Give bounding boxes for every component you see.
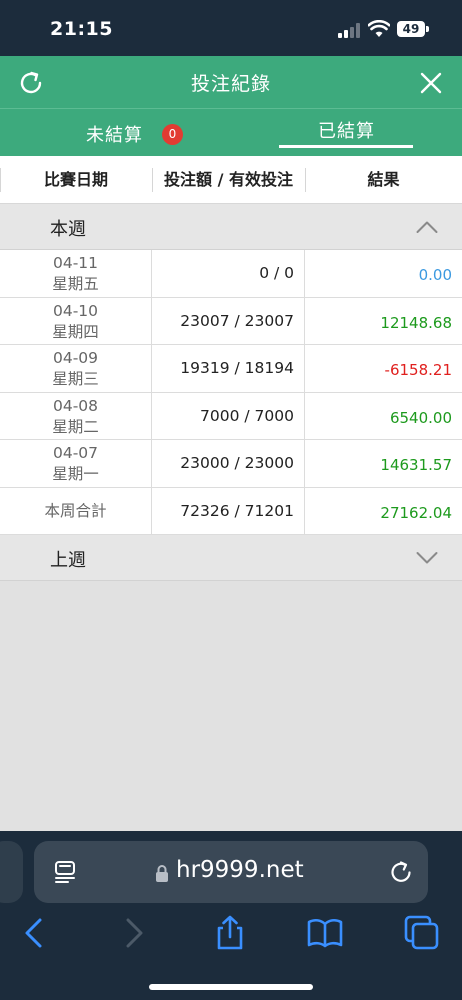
forward-icon[interactable] (116, 915, 152, 951)
unsettled-count-badge: 0 (162, 124, 183, 145)
last-week-section-header[interactable]: 上週 (0, 535, 462, 581)
last-week-label: 上週 (50, 550, 86, 571)
column-header-stake: 投注額 / 有效投注 (164, 170, 293, 189)
table-row: 04-08 星期二 7000 / 7000 6540.00 (0, 392, 462, 440)
row-date-cell: 04-11 星期五 (0, 250, 152, 297)
total-stake: 72326 / 71201 (152, 487, 305, 534)
table-row: 04-09 星期三 19319 / 18194 -6158.21 (0, 345, 462, 393)
total-label: 本周合計 (0, 487, 152, 534)
battery-tip (426, 26, 429, 32)
total-result: 27162.04 (380, 503, 452, 522)
row-date: 04-09 (52, 349, 99, 367)
row-date: 04-11 (52, 254, 99, 272)
row-stake: 23000 / 23000 (152, 440, 305, 487)
cellular-signal-icon (338, 22, 360, 38)
lock-icon (156, 865, 168, 882)
address-bar[interactable]: hr9999.net (34, 841, 428, 903)
table-row: 04-11 星期五 0 / 0 0.00 (0, 250, 462, 298)
row-stake: 7000 / 7000 (152, 392, 305, 439)
table-row: 04-10 星期四 23007 / 23007 12148.68 (0, 297, 462, 345)
row-result: 12148.68 (380, 313, 452, 332)
app-header: 投注紀錄 (0, 56, 462, 108)
row-stake: 23007 / 23007 (152, 297, 305, 344)
table-row: 04-07 星期一 23000 / 23000 14631.57 (0, 440, 462, 488)
column-header-date: 比賽日期 (43, 170, 108, 189)
row-stake: 19319 / 18194 (152, 345, 305, 392)
tabs-icon[interactable] (404, 915, 440, 951)
row-result: 0.00 (418, 266, 452, 284)
close-button[interactable] (416, 68, 446, 98)
settlement-tabs: 未結算 0 已結算 (0, 108, 462, 156)
row-result: 14631.57 (380, 456, 452, 474)
page-title: 投注紀錄 (190, 73, 271, 95)
browser-toolbar: hr9999.net (0, 831, 462, 1000)
row-weekday: 星期二 (52, 417, 99, 436)
this-week-section-header[interactable]: 本週 (0, 204, 462, 250)
share-icon[interactable] (212, 915, 248, 951)
chevron-down-icon[interactable] (416, 551, 438, 565)
reader-mode-icon[interactable] (54, 860, 76, 884)
table-header: 比賽日期 投注額 / 有效投注 結果 (0, 156, 462, 204)
column-header-result: 結果 (367, 170, 400, 189)
home-indicator (149, 984, 313, 990)
row-date-cell: 04-10 星期四 (0, 297, 152, 344)
chevron-up-icon[interactable] (416, 220, 438, 234)
reload-icon[interactable] (388, 859, 414, 885)
row-result: -6158.21 (384, 361, 452, 379)
status-time: 21:15 (50, 18, 113, 40)
previous-tab-preview[interactable] (0, 841, 23, 903)
row-weekday: 星期三 (52, 370, 99, 388)
weekly-total-row: 本周合計 72326 / 71201 27162.04 (0, 487, 462, 535)
row-date: 04-07 (52, 444, 99, 462)
status-bar: 21:15 49 (0, 0, 462, 56)
row-stake: 0 / 0 (152, 250, 305, 297)
battery-icon: 49 (397, 21, 425, 37)
row-date: 04-10 (52, 301, 99, 320)
this-week-label: 本週 (50, 219, 86, 240)
url-text: hr9999.net (176, 857, 304, 883)
tab-settled[interactable]: 已結算 (318, 117, 375, 143)
row-result: 6540.00 (389, 408, 452, 427)
row-date: 04-08 (52, 396, 99, 415)
row-date-cell: 04-08 星期二 (0, 392, 152, 439)
wifi-icon (368, 20, 390, 37)
active-tab-indicator (279, 145, 413, 148)
row-weekday: 星期五 (52, 275, 99, 293)
row-date-cell: 04-09 星期三 (0, 345, 152, 392)
row-weekday: 星期一 (52, 465, 99, 483)
back-icon[interactable] (16, 915, 52, 951)
row-weekday: 星期四 (52, 322, 99, 341)
bet-records-table: 04-11 星期五 0 / 0 0.00 04-10 星期四 23007 / 230… (0, 250, 462, 535)
tab-unsettled[interactable]: 未結算 (86, 121, 143, 147)
app-screen: 21:15 49 投注紀錄 未結算 0 已結算 比賽日期 投注額 / 有效投注 … (0, 0, 462, 1000)
row-date-cell: 04-07 星期一 (0, 440, 152, 487)
bookmarks-icon[interactable] (307, 915, 343, 951)
